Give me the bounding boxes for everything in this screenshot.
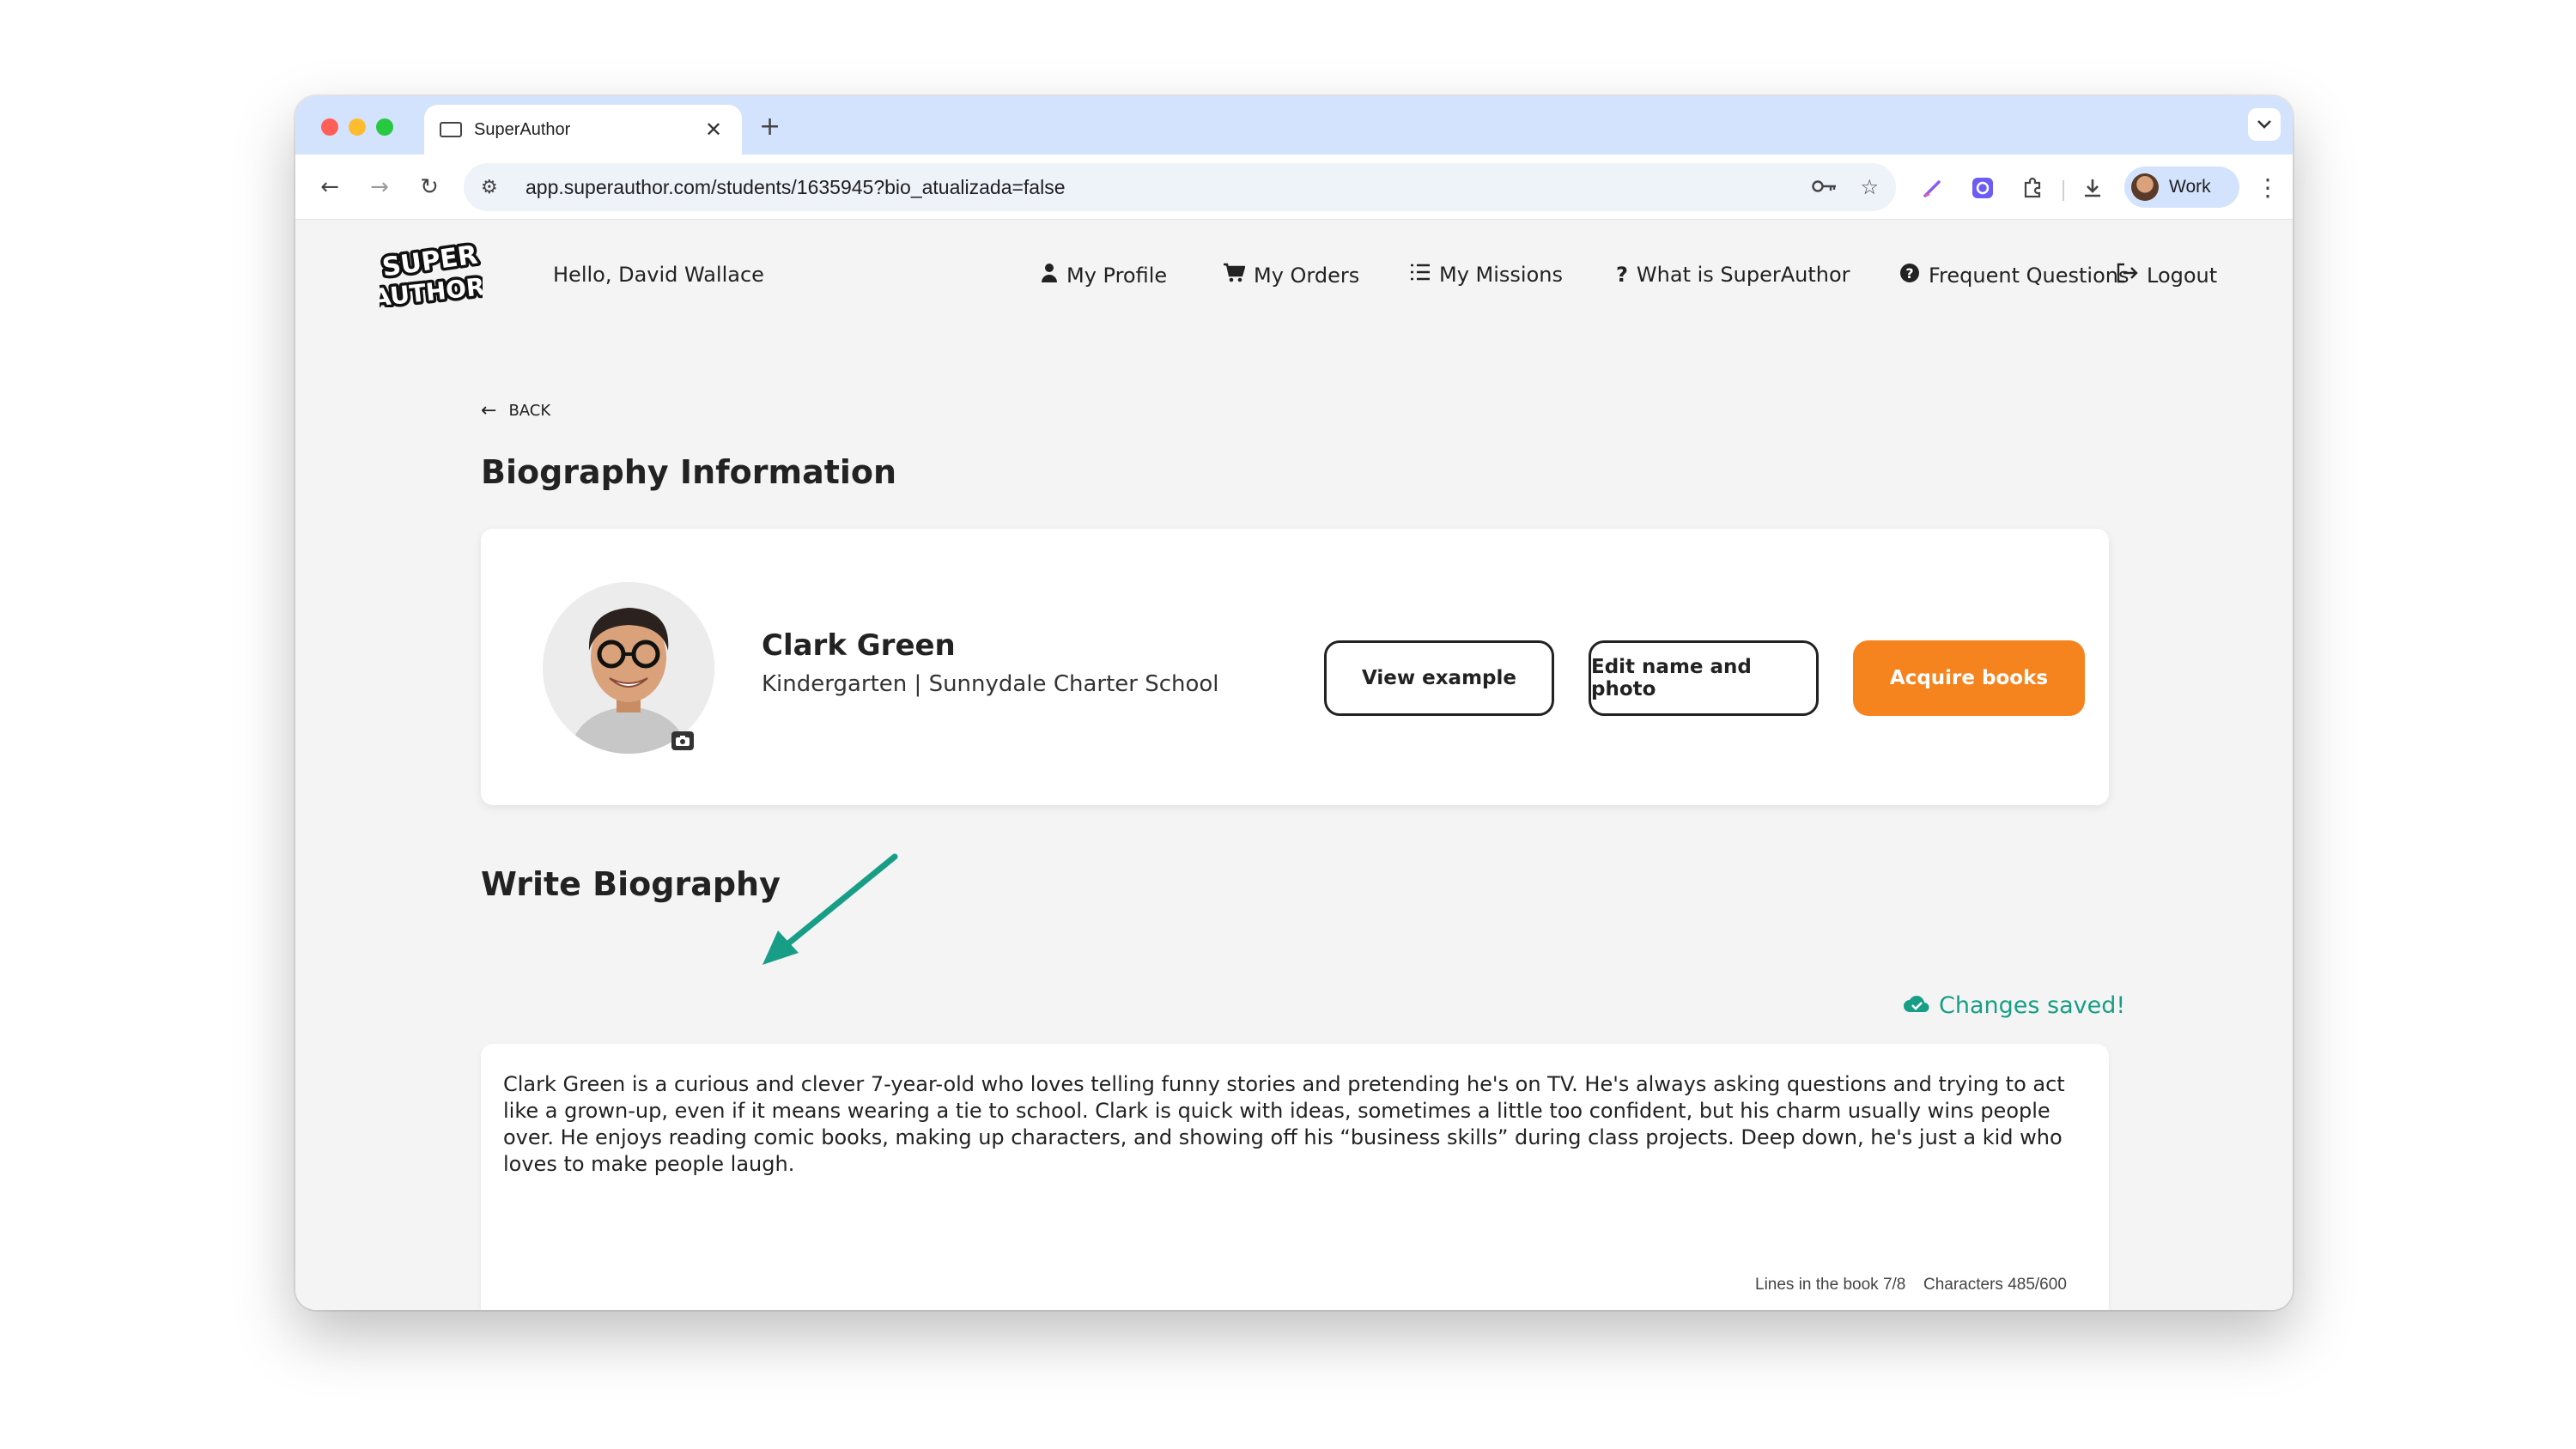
more-menu-icon[interactable]: ⋮ (2255, 173, 2281, 202)
cart-icon (1223, 263, 1246, 288)
nav-what-is-superauthor[interactable]: ? What is SuperAuthor (1616, 263, 1850, 287)
pen-extension-icon[interactable] (1918, 173, 1947, 203)
puzzle-extensions-icon[interactable] (2018, 173, 2047, 203)
back-link[interactable]: ← BACK (481, 400, 550, 421)
saved-status: Changes saved! (1903, 992, 2125, 1019)
tab-close-icon[interactable]: ✕ (701, 118, 726, 142)
nav-label: My Orders (1254, 264, 1360, 288)
nav-my-missions[interactable]: My Missions (1410, 263, 1563, 287)
cloud-check-icon (1903, 993, 1930, 1019)
biography-editor: Clark Green is a curious and clever 7-ye… (481, 1044, 2109, 1310)
nav-logout[interactable]: Logout (2116, 263, 2217, 288)
lines-counter: Lines in the book 7/8 (1755, 1276, 1906, 1294)
nav-label: My Profile (1066, 264, 1168, 288)
nav-label: What is SuperAuthor (1636, 263, 1850, 287)
edit-name-photo-button[interactable]: Edit name and photo (1589, 640, 1819, 716)
toolbar-separator (2063, 180, 2064, 201)
camera-icon[interactable] (671, 731, 694, 750)
nav-label: Frequent Questions (1929, 264, 2129, 288)
reload-icon[interactable]: ↻ (412, 170, 447, 204)
download-icon[interactable] (2078, 173, 2107, 203)
page-content: SUPER AUTHOR Hello, David Wallace My Pro… (295, 220, 2293, 1310)
bookmark-star-icon[interactable]: ☆ (1860, 175, 1879, 199)
tab-favicon-icon (440, 122, 462, 137)
user-icon (1041, 263, 1058, 288)
arrow-left-icon: ← (481, 400, 497, 421)
nav-my-profile[interactable]: My Profile (1041, 263, 1167, 288)
site-settings-icon[interactable]: ⚙ (481, 177, 505, 198)
nav-label: Logout (2147, 264, 2218, 288)
view-example-button[interactable]: View example (1324, 640, 1554, 716)
write-biography-title: Write Biography (481, 865, 781, 903)
tab-strip: SuperAuthor ✕ + (295, 96, 2293, 155)
tab-superauthor[interactable]: SuperAuthor ✕ (424, 105, 742, 155)
forward-arrow-icon[interactable]: → (362, 170, 397, 204)
characters-counter: Characters 485/600 (1923, 1276, 2067, 1294)
nav-label: My Missions (1439, 263, 1563, 287)
list-icon (1410, 263, 1431, 287)
close-window-button[interactable] (321, 118, 338, 136)
tab-title: SuperAuthor (474, 119, 571, 139)
biography-textarea[interactable]: Clark Green is a curious and clever 7-ye… (503, 1071, 2087, 1178)
nav-my-orders[interactable]: My Orders (1223, 263, 1359, 288)
nav-frequent-questions[interactable]: ? Frequent Questions (1899, 263, 2129, 288)
profile-name: Work (2169, 177, 2211, 197)
profile-chip[interactable]: Work (2124, 167, 2239, 208)
key-icon[interactable] (1812, 175, 1838, 199)
student-profile-card: Clark Green Kindergarten | Sunnydale Cha… (481, 529, 2109, 805)
greeting-text: Hello, David Wallace (553, 263, 764, 287)
student-class-school: Kindergarten | Sunnydale Charter School (762, 671, 1219, 697)
new-tab-button[interactable]: + (759, 112, 781, 142)
student-avatar[interactable] (543, 582, 714, 754)
minimize-window-button[interactable] (349, 118, 366, 136)
biography-information-title: Biography Information (481, 453, 897, 491)
extension-app-icon[interactable] (1968, 173, 1997, 203)
question-icon: ? (1616, 263, 1628, 287)
superauthor-logo[interactable]: SUPER AUTHOR (380, 242, 483, 307)
acquire-books-button[interactable]: Acquire books (1853, 640, 2085, 716)
chevron-down-icon[interactable] (2248, 108, 2281, 141)
browser-toolbar: ← → ↻ ⚙ app.superauthor.com/students/163… (295, 155, 2293, 220)
back-label: BACK (508, 402, 551, 420)
zoom-window-button[interactable] (376, 118, 393, 136)
svg-text:?: ? (1905, 265, 1913, 282)
back-arrow-icon[interactable]: ← (313, 170, 347, 204)
saved-status-text: Changes saved! (1939, 992, 2126, 1019)
student-name: Clark Green (762, 628, 956, 663)
browser-window: SuperAuthor ✕ + ← → ↻ ⚙ app.superauthor.… (295, 96, 2293, 1310)
help-circle-icon: ? (1899, 263, 1920, 288)
logout-icon (2116, 263, 2138, 288)
address-bar[interactable]: ⚙ app.superauthor.com/students/1635945?b… (464, 163, 1896, 211)
site-header: SUPER AUTHOR Hello, David Wallace My Pro… (295, 220, 2293, 331)
profile-avatar (2131, 173, 2159, 201)
url-text[interactable]: app.superauthor.com/students/1635945?bio… (526, 176, 1789, 199)
